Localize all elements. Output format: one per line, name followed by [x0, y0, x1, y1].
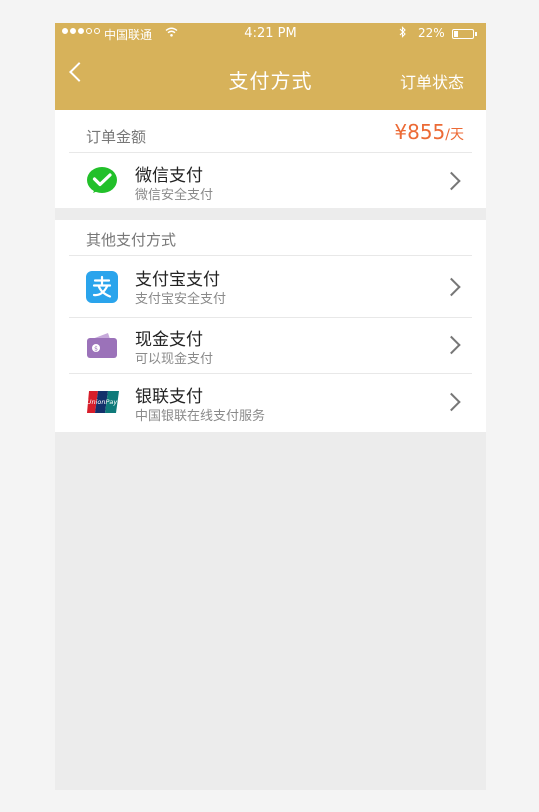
wechat-pay-desc: 微信安全支付: [135, 188, 214, 203]
order-amount-label: 订单金额: [86, 128, 147, 146]
svg-text:UnionPay: UnionPay: [87, 398, 118, 406]
order-section: 订单金额 ¥855/天 微信支付 微信安全支付: [55, 110, 486, 208]
bluetooth-icon: [399, 26, 407, 41]
order-amount-value: ¥855: [394, 120, 446, 144]
battery-level: [454, 31, 458, 37]
method-name: 支付宝支付: [135, 270, 220, 290]
status-bar: 中国联通 4:21 PM 22%: [55, 23, 486, 45]
wechat-icon: [86, 165, 118, 197]
method-desc: 可以现金支付: [135, 352, 214, 367]
svg-text:$: $: [94, 346, 98, 353]
wechat-pay-name: 微信支付: [135, 166, 203, 186]
cash-pay-option[interactable]: $ 现金支付 可以现金支付: [55, 317, 486, 373]
chevron-right-icon: [442, 335, 461, 355]
method-desc: 支付宝安全支付: [135, 292, 227, 307]
battery-percent: 22%: [418, 26, 445, 40]
phone-screen: 中国联通 4:21 PM 22% 支付方式 订单状态 订单金额 ¥855/天 微…: [55, 23, 486, 790]
unionpay-icon: UnionPay: [86, 386, 119, 418]
order-status-link[interactable]: 订单状态: [400, 69, 464, 93]
battery-icon: [452, 29, 477, 39]
method-name: 现金支付: [135, 330, 203, 350]
other-payment-section: 其他支付方式 支付宝支付 支付宝安全支付 $ 现金支付 可以现金支付 Union…: [55, 220, 486, 432]
alipay-icon: [86, 270, 118, 303]
chevron-right-icon: [442, 171, 461, 191]
method-name: 银联支付: [135, 387, 203, 407]
order-amount: ¥855/天: [394, 120, 464, 144]
unionpay-option[interactable]: UnionPay 银联支付 中国银联在线支付服务: [55, 374, 486, 430]
header-bar: 中国联通 4:21 PM 22% 支付方式 订单状态: [55, 23, 486, 110]
other-methods-label: 其他支付方式: [86, 231, 177, 249]
method-desc: 中国银联在线支付服务: [135, 409, 266, 424]
chevron-right-icon: [442, 277, 461, 296]
wallet-icon: $: [86, 329, 118, 361]
order-amount-unit: /天: [445, 127, 464, 143]
alipay-option[interactable]: 支付宝支付 支付宝安全支付: [55, 257, 486, 316]
wechat-pay-option[interactable]: 微信支付 微信安全支付: [55, 153, 486, 209]
chevron-right-icon: [442, 392, 461, 412]
